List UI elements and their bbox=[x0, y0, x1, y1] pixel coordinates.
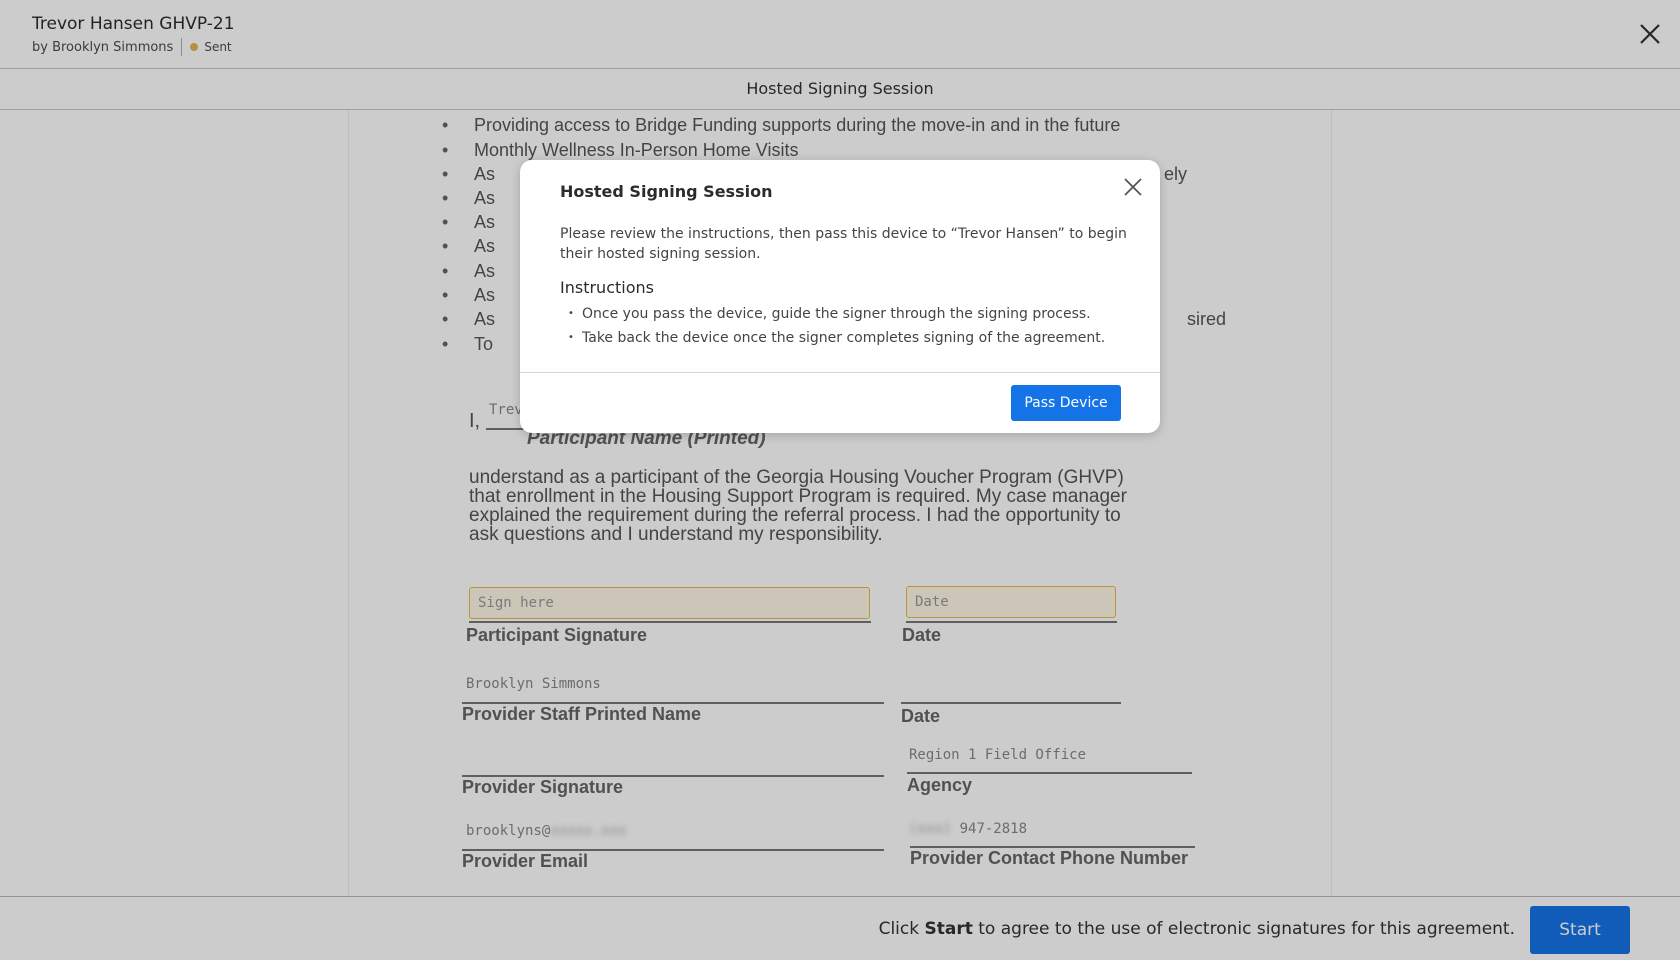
instruction-item: Take back the device once the signer com… bbox=[568, 328, 1105, 348]
instructions-heading: Instructions bbox=[560, 278, 654, 297]
dialog-divider bbox=[520, 372, 1160, 373]
pass-device-button[interactable]: Pass Device bbox=[1011, 385, 1121, 421]
instruction-item: Once you pass the device, guide the sign… bbox=[568, 304, 1105, 324]
dialog-body: Please review the instructions, then pas… bbox=[560, 226, 1127, 262]
dialog-close-icon[interactable] bbox=[1122, 176, 1144, 198]
hosted-signing-dialog: Hosted Signing Session Please review the… bbox=[520, 160, 1160, 433]
instructions-list: Once you pass the device, guide the sign… bbox=[568, 304, 1105, 352]
dialog-title: Hosted Signing Session bbox=[560, 182, 773, 201]
modal-backdrop[interactable] bbox=[0, 0, 1680, 960]
